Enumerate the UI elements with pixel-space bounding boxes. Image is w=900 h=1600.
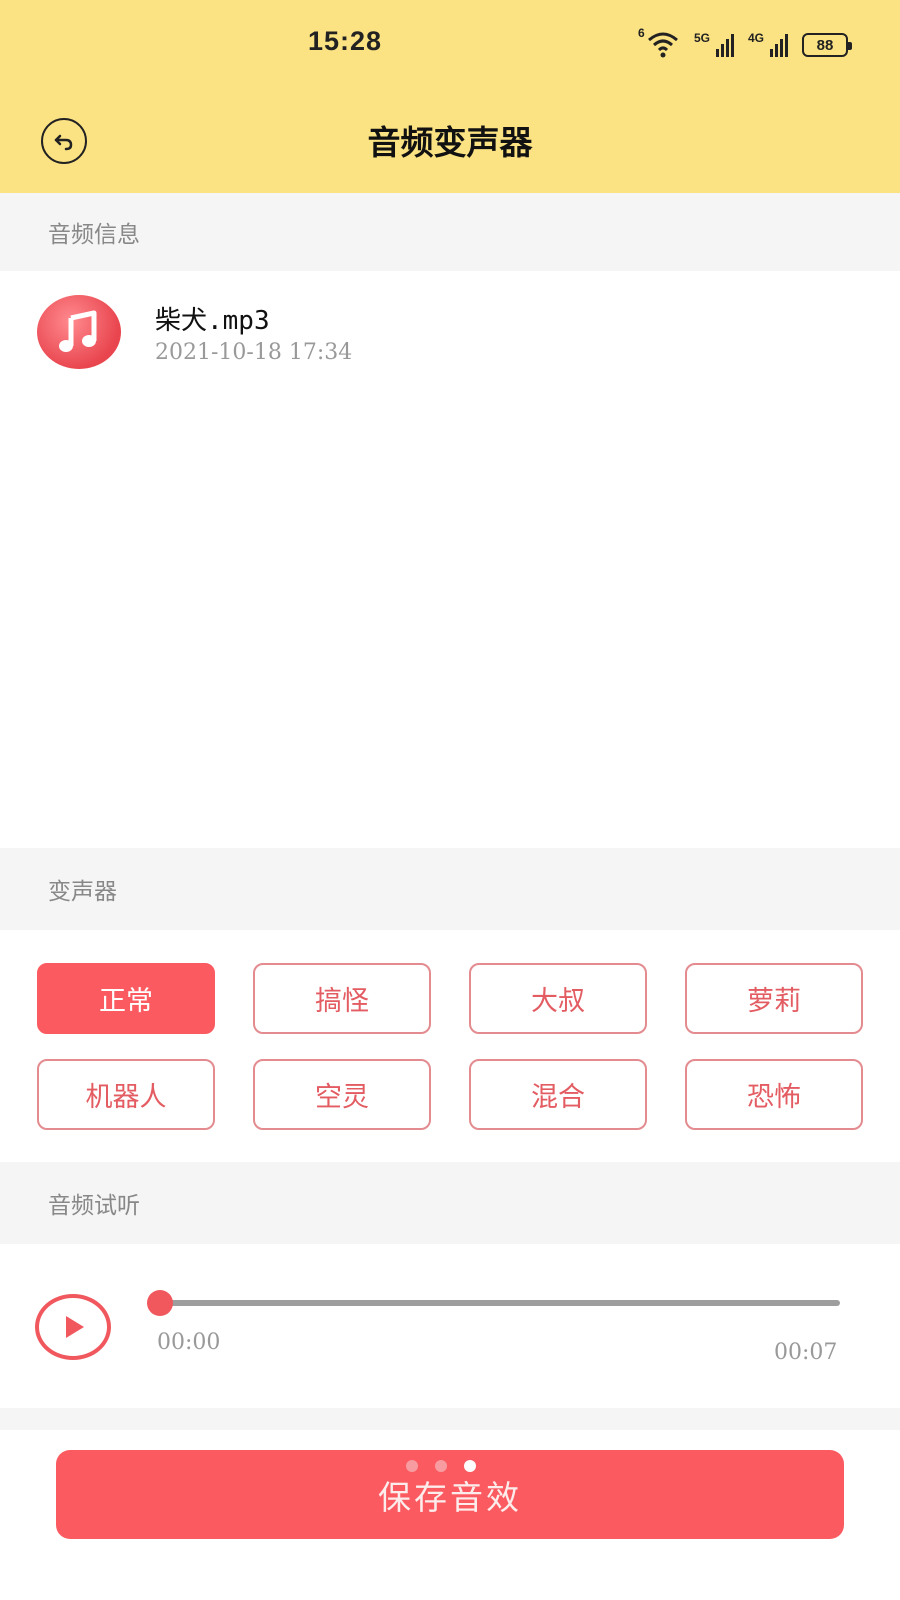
effect-button-loli[interactable]: 萝莉: [685, 963, 863, 1034]
effect-button-funny[interactable]: 搞怪: [253, 963, 431, 1034]
voice-changer-section-title: 变声器: [48, 879, 117, 905]
effect-button-mixed[interactable]: 混合: [469, 1059, 647, 1130]
current-time: 00:00: [157, 1330, 221, 1355]
preview-section-title: 音频试听: [48, 1193, 140, 1219]
file-date: 2021-10-18 17:34: [155, 340, 353, 365]
wifi-label: 6: [638, 26, 645, 40]
signal-5g-icon: 5G: [694, 30, 734, 57]
progress-thumb[interactable]: [147, 1290, 173, 1316]
total-time: 00:07: [774, 1340, 838, 1365]
status-icons: 6 5G 4G 88: [638, 26, 852, 62]
page-dot: [406, 1460, 418, 1472]
wifi-icon: 6: [638, 26, 680, 60]
divider: [0, 1408, 900, 1430]
audio-info-section-header: 音频信息: [0, 193, 900, 271]
signal-5g-label: 5G: [694, 30, 711, 45]
music-note-icon: [37, 295, 121, 369]
page-dot: [435, 1460, 447, 1472]
app-header: 15:28 6 5G 4G 88 音频变声器: [0, 0, 900, 193]
play-button[interactable]: [35, 1294, 111, 1360]
progress-track[interactable]: [158, 1300, 840, 1306]
play-icon: [66, 1316, 84, 1338]
effect-button-horror[interactable]: 恐怖: [685, 1059, 863, 1130]
effect-grid: 正常 搞怪 大叔 萝莉 机器人 空灵 混合 恐怖: [37, 963, 863, 1130]
effect-button-robot[interactable]: 机器人: [37, 1059, 215, 1130]
signal-4g-label: 4G: [748, 30, 765, 45]
save-effect-label: 保存音效: [378, 1477, 522, 1517]
preview-section-header: 音频试听: [0, 1162, 900, 1244]
voice-changer-section-header: 变声器: [0, 848, 900, 930]
audio-info-section-title: 音频信息: [48, 222, 140, 248]
battery-level: 88: [816, 36, 834, 54]
effect-button-ethereal[interactable]: 空灵: [253, 1059, 431, 1130]
page-title: 音频变声器: [367, 123, 533, 162]
signal-4g-icon: 4G: [748, 30, 788, 57]
status-time: 15:28: [308, 26, 383, 56]
page-dot-active: [464, 1460, 476, 1472]
battery-icon: 88: [802, 33, 852, 57]
effect-button-normal[interactable]: 正常: [37, 963, 215, 1034]
page-indicator: [406, 1460, 476, 1472]
file-name: 柴犬.mp3: [155, 306, 270, 336]
effect-button-uncle[interactable]: 大叔: [469, 963, 647, 1034]
